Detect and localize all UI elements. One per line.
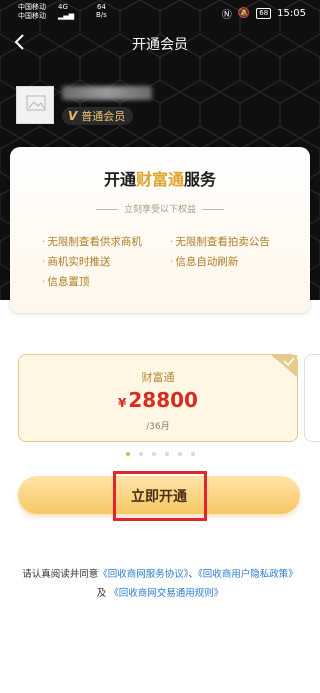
mute-icon: 🔕 <box>237 8 251 19</box>
service-agreement-link[interactable]: 《回收商网服务协议》 <box>98 569 188 580</box>
agreement-separator: 、 <box>188 569 199 580</box>
membership-label: 普通会员 <box>81 110 126 123</box>
title-prefix: 开通 <box>103 170 136 189</box>
benefit-item: · 无限制查看供求商机 <box>42 236 142 248</box>
currency-symbol: ¥ <box>118 396 127 410</box>
carrier-info: 中国移动 中国移动 <box>18 3 46 21</box>
nfc-icon: Ⓝ <box>221 10 232 21</box>
plan-card-selected[interactable]: 财富通 ¥28800 /36月 <box>18 354 298 442</box>
membership-badge: V 普通会员 <box>62 107 134 125</box>
benefit-label: 信息自动刷新 <box>175 256 239 268</box>
carousel-dot[interactable] <box>190 452 195 456</box>
agreement-line-1: 请认真阅读并同意《回收商网服务协议》、《回收商用户隐私政策》 <box>0 565 320 584</box>
agreement-text: 请认真阅读并同意《回收商网服务协议》、《回收商用户隐私政策》 及 《回收商网交易… <box>0 565 320 603</box>
plan-card-next[interactable] <box>304 354 320 442</box>
network-label: 4G <box>58 3 68 11</box>
plan-price: ¥28800 <box>19 388 297 412</box>
plan-period: /36月 <box>146 422 170 432</box>
benefits-subtitle: 立刻享受以下权益 <box>10 202 310 215</box>
page-title: 开通会员 <box>132 37 188 53</box>
benefit-label: 无限制查看供求商机 <box>47 236 142 248</box>
carrier-2: 中国移动 <box>18 12 46 20</box>
benefits-title: 开通财富通服务 <box>10 166 310 190</box>
carousel-dot[interactable] <box>164 452 169 456</box>
status-right: Ⓝ 🔕 68 15:05 <box>222 6 306 21</box>
agreement-prefix: 请认真阅读并同意 <box>22 569 99 580</box>
speed-unit: B/s <box>96 11 107 19</box>
battery-icon: 68 <box>256 8 272 19</box>
avatar-image-icon <box>26 95 46 111</box>
benefit-label: 信息置顶 <box>47 276 90 288</box>
username-blurred <box>62 86 152 100</box>
carousel-dot-active[interactable] <box>125 452 130 456</box>
benefit-item: · 信息自动刷新 <box>170 256 239 268</box>
plan-name: 财富通 <box>141 371 175 384</box>
benefits-card: 开通财富通服务 立刻享受以下权益 · 无限制查看供求商机 · 无限制查看拍卖公告 ·… <box>10 147 310 313</box>
benefit-item: · 商机实时推送 <box>42 256 111 268</box>
benefit-label: 商机实时推送 <box>47 256 111 268</box>
agreement-line-2: 及 《回收商网交易通用规则》 <box>0 584 320 603</box>
trading-rules-link[interactable]: 《回收商网交易通用规则》 <box>109 588 223 599</box>
benefit-label: 无限制查看拍卖公告 <box>175 236 270 248</box>
carousel-dots <box>0 452 320 456</box>
nav-bar: 开通会员 <box>0 26 320 58</box>
signal-icon: ▂▄▆ <box>58 12 75 20</box>
network-type: 4G ▂▄▆ <box>58 3 74 21</box>
speed-value: 64 <box>96 3 106 11</box>
title-highlight: 财富通 <box>135 170 184 189</box>
benefit-item: · 无限制查看拍卖公告 <box>170 236 270 248</box>
avatar <box>16 86 54 124</box>
carousel-dot[interactable] <box>138 452 143 456</box>
highlight-box <box>113 471 207 521</box>
privacy-policy-link[interactable]: 《回收商用户隐私政策》 <box>198 569 298 580</box>
carousel-dot[interactable] <box>151 452 156 456</box>
clock: 15:05 <box>277 8 306 19</box>
status-bar: 中国移动 中国移动 4G ▂▄▆ 64 B/s Ⓝ 🔕 68 15:05 <box>0 0 320 24</box>
title-suffix: 服务 <box>184 170 217 189</box>
carousel-dot[interactable] <box>177 452 182 456</box>
price-value: 28800 <box>128 388 198 412</box>
carrier-1: 中国移动 <box>18 3 46 11</box>
network-speed: 64 B/s <box>96 3 107 19</box>
vip-icon: V <box>68 109 78 123</box>
agreement-and: 及 <box>96 588 107 599</box>
benefit-item: · 信息置顶 <box>42 276 90 288</box>
